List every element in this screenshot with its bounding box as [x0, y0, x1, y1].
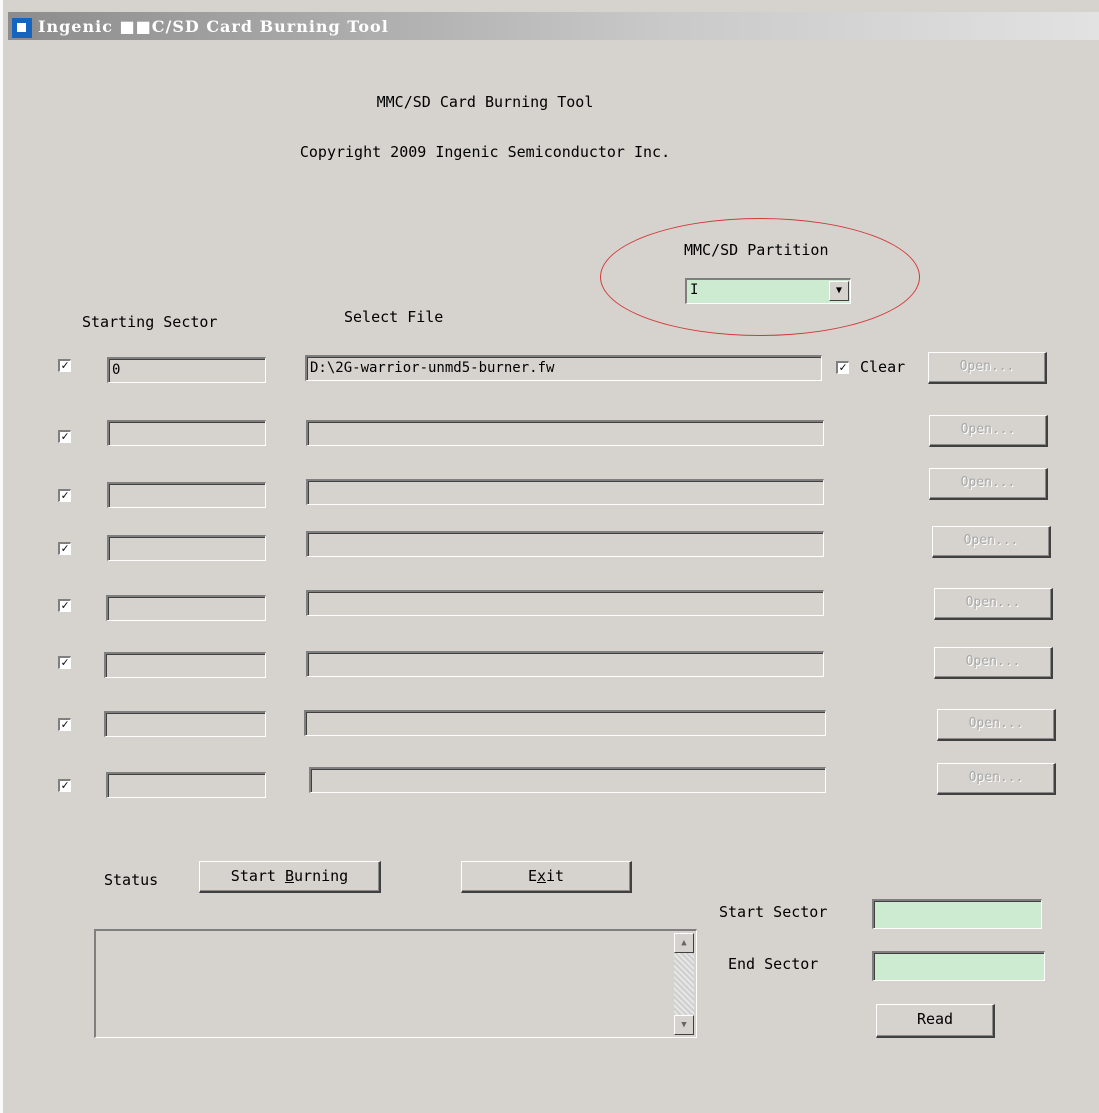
row-8-open-button[interactable]: Open...	[937, 763, 1056, 795]
row-1-open-button[interactable]: Open...	[928, 352, 1047, 384]
end-sector-input[interactable]	[872, 951, 1045, 981]
clear-checkbox[interactable]: ✓	[836, 361, 849, 374]
row-4-open-button[interactable]: Open...	[932, 526, 1051, 558]
row-4-sector-input[interactable]	[107, 535, 266, 561]
row-5-file-input[interactable]	[306, 590, 824, 616]
row-8-sector-input[interactable]	[106, 772, 266, 798]
chevron-down-icon[interactable]: ▼	[829, 281, 849, 301]
annotation-ellipse	[600, 218, 920, 336]
end-sector-label: End Sector	[728, 955, 819, 973]
start-label-accelerator: B	[284, 867, 295, 885]
row-6-sector-input[interactable]	[104, 652, 266, 678]
status-label: Status	[104, 871, 159, 889]
app-icon	[12, 18, 32, 38]
row-3-checkbox[interactable]: ✓	[58, 489, 71, 502]
row-4-file-input[interactable]	[306, 531, 824, 557]
row-7-sector-input[interactable]	[104, 711, 266, 737]
row-6-open-button[interactable]: Open...	[934, 647, 1053, 679]
left-edge	[0, 0, 3, 1113]
app-heading: MMC/SD Card Burning Tool	[376, 93, 594, 111]
row-1-sector-input[interactable]: 0	[107, 357, 266, 383]
clear-label: Clear	[860, 358, 906, 376]
row-4-checkbox[interactable]: ✓	[58, 542, 71, 555]
row-8-checkbox[interactable]: ✓	[58, 779, 71, 792]
starting-sector-header: Starting Sector	[82, 313, 218, 331]
title-bar: Ingenic ■■C/SD Card Burning Tool	[8, 12, 1099, 40]
exit-label-rest: it	[546, 867, 565, 885]
row-1-file-input[interactable]: D:\2G-warrior-unmd5-burner.fw	[305, 355, 822, 381]
scroll-down-icon[interactable]: ▼	[674, 1015, 694, 1035]
row-7-open-button[interactable]: Open...	[937, 709, 1056, 741]
scroll-up-icon[interactable]: ▲	[674, 933, 694, 953]
exit-label-prefix: E	[527, 867, 537, 885]
status-log[interactable]: ▲ ▼	[94, 929, 697, 1038]
read-button[interactable]: Read	[876, 1004, 995, 1038]
row-3-sector-input[interactable]	[107, 482, 266, 508]
copyright-text: Copyright 2009 Ingenic Semiconductor Inc…	[299, 143, 671, 161]
row-3-file-input[interactable]	[306, 479, 824, 505]
row-7-file-input[interactable]	[304, 710, 826, 736]
start-label-rest: urning	[294, 867, 349, 885]
exit-button[interactable]: Exit	[461, 861, 632, 893]
select-file-header: Select File	[344, 308, 444, 326]
row-5-checkbox[interactable]: ✓	[58, 599, 71, 612]
start-label-prefix: Start	[230, 867, 285, 885]
window-title: Ingenic ■■C/SD Card Burning Tool	[38, 17, 389, 36]
row-7-checkbox[interactable]: ✓	[58, 718, 71, 731]
partition-select[interactable]: I ▼	[685, 278, 851, 304]
partition-value: I	[690, 282, 699, 298]
partition-label: MMC/SD Partition	[684, 241, 829, 259]
row-2-checkbox[interactable]: ✓	[58, 430, 71, 443]
row-2-file-input[interactable]	[306, 420, 824, 446]
row-1-checkbox[interactable]: ✓	[58, 359, 71, 372]
row-5-sector-input[interactable]	[106, 595, 266, 621]
row-3-open-button[interactable]: Open...	[929, 468, 1048, 500]
row-6-file-input[interactable]	[306, 651, 824, 677]
row-2-open-button[interactable]: Open...	[929, 415, 1048, 447]
row-2-sector-input[interactable]	[107, 420, 266, 446]
row-6-checkbox[interactable]: ✓	[58, 656, 71, 669]
start-sector-input[interactable]	[872, 899, 1042, 929]
row-5-open-button[interactable]: Open...	[934, 588, 1053, 620]
exit-label-accelerator: x	[536, 867, 546, 885]
status-scrollbar[interactable]: ▲ ▼	[674, 933, 694, 1035]
start-sector-label: Start Sector	[719, 903, 828, 921]
row-8-file-input[interactable]	[309, 767, 826, 793]
start-burning-button[interactable]: Start Burning	[199, 861, 381, 893]
